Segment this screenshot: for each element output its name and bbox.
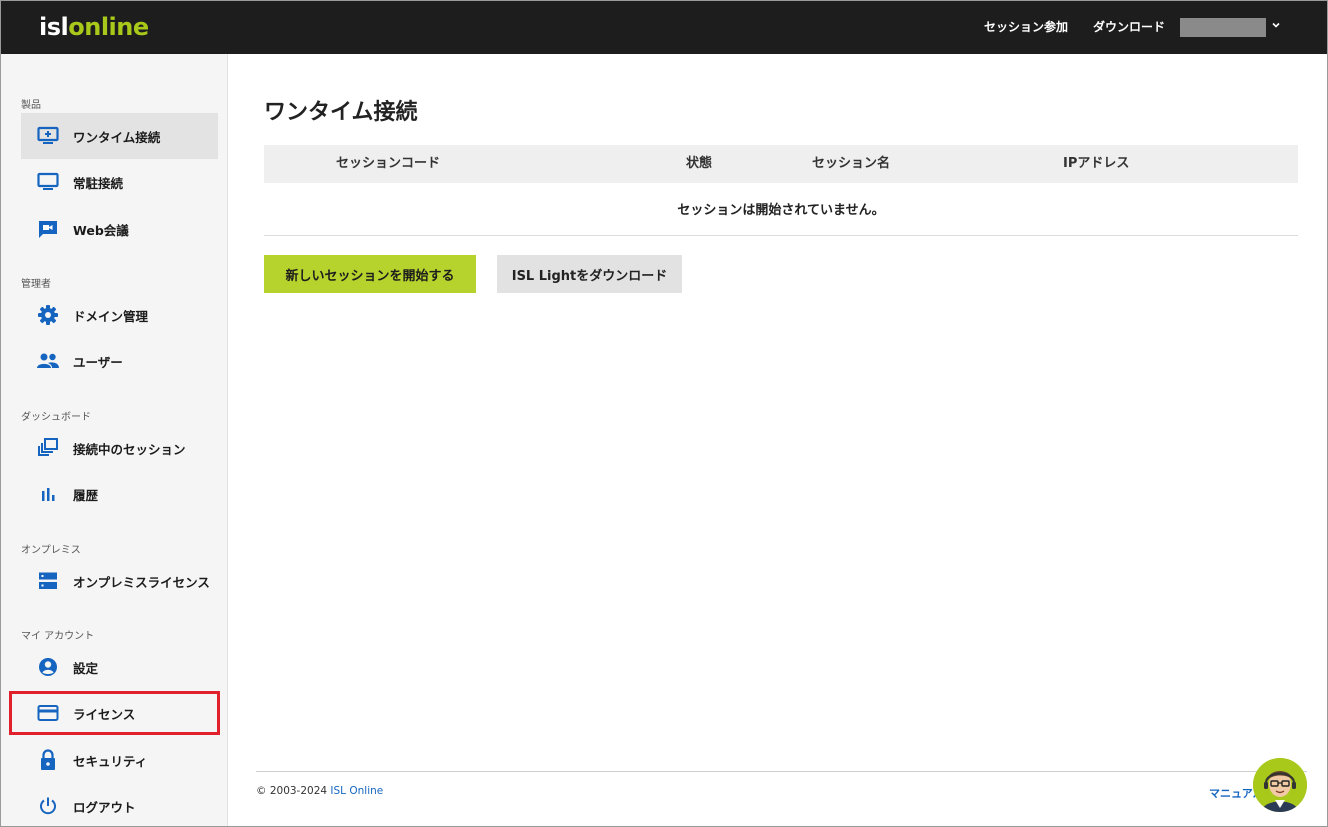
- page-title: ワンタイム接続: [264, 100, 418, 125]
- sidebar-item-active-sessions[interactable]: 接続中のセッション: [21, 425, 218, 471]
- app-window: islonline セッション参加 ダウンロード 製品 ワンタイム接続 常駐接続: [0, 0, 1328, 827]
- main-content: ワンタイム接続 セッションコード 状態 セッション名 IPアドレス セッションは…: [229, 54, 1327, 826]
- session-stack-icon: [35, 437, 61, 459]
- sidebar-item-label: ログアウト: [73, 799, 136, 815]
- sidebar-item-history[interactable]: 履歴: [21, 471, 218, 517]
- column-ip-address[interactable]: IPアドレス: [1063, 145, 1129, 183]
- sidebar-item-domain[interactable]: ドメイン管理: [21, 292, 218, 338]
- sidebar-item-label: 接続中のセッション: [73, 441, 186, 457]
- sidebar-item-label: 常駐接続: [73, 175, 124, 191]
- isl-online-link[interactable]: ISL Online: [330, 785, 383, 797]
- gear-icon: [35, 304, 61, 326]
- nav-download[interactable]: ダウンロード: [1093, 1, 1165, 54]
- footer-divider: [256, 771, 1307, 772]
- monitor-plus-icon: [35, 125, 61, 147]
- column-session-code[interactable]: セッションコード: [336, 145, 440, 183]
- lock-icon: [35, 749, 61, 771]
- sidebar-item-logout[interactable]: ログアウト: [21, 783, 218, 826]
- start-new-session-button[interactable]: 新しいセッションを開始する: [264, 255, 476, 293]
- sidebar-item-label: セキュリティ: [73, 753, 148, 769]
- sidebar: 製品 ワンタイム接続 常駐接続 Web会議 管理者 ドメイン管理 ユーザー ダッ…: [1, 54, 228, 826]
- column-session-name[interactable]: セッション名: [812, 145, 890, 183]
- chevron-down-icon[interactable]: [1271, 20, 1281, 30]
- empty-table-message: セッションは開始されていません。: [264, 183, 1298, 236]
- sidebar-item-label: ワンタイム接続: [73, 129, 161, 145]
- users-icon: [35, 350, 61, 372]
- logo-isl: isl: [39, 13, 69, 41]
- footer-copyright: © 2003-2024 ISL Online: [256, 785, 383, 797]
- bar-chart-icon: [35, 483, 61, 505]
- monitor-icon: [35, 171, 61, 193]
- credit-card-icon: [35, 702, 61, 724]
- table-header: セッションコード 状態 セッション名 IPアドレス: [264, 145, 1298, 183]
- sidebar-item-web-meeting[interactable]: Web会議: [21, 206, 218, 252]
- sidebar-item-label: 設定: [73, 660, 99, 676]
- sidebar-item-license[interactable]: ライセンス: [21, 690, 218, 736]
- sidebar-item-permanent[interactable]: 常駐接続: [21, 159, 218, 205]
- logo-online: online: [68, 13, 149, 41]
- section-title-products: 製品: [21, 100, 41, 111]
- account-circle-icon: [35, 656, 61, 678]
- sidebar-item-onetime[interactable]: ワンタイム接続: [21, 113, 218, 159]
- sidebar-item-label: オンプレミスライセンス: [73, 574, 210, 590]
- sidebar-item-label: ユーザー: [73, 354, 123, 370]
- sidebar-item-users[interactable]: ユーザー: [21, 338, 218, 384]
- server-icon: [35, 570, 61, 592]
- sidebar-item-label: 履歴: [73, 487, 99, 503]
- sidebar-item-label: ドメイン管理: [73, 308, 149, 324]
- video-camera-icon: [35, 218, 61, 240]
- section-title-my-account: マイ アカウント: [21, 631, 95, 642]
- support-chat-avatar-icon[interactable]: [1253, 758, 1307, 812]
- column-status[interactable]: 状態: [686, 145, 712, 183]
- section-title-onpremise: オンプレミス: [21, 545, 81, 556]
- top-bar: islonline セッション参加 ダウンロード: [1, 1, 1327, 54]
- download-isl-light-button[interactable]: ISL Lightをダウンロード: [497, 255, 682, 293]
- section-title-admin: 管理者: [21, 279, 51, 290]
- power-icon: [35, 795, 61, 817]
- islonline-logo[interactable]: islonline: [39, 13, 149, 41]
- sidebar-item-onpremise-license[interactable]: オンプレミスライセンス: [21, 558, 218, 604]
- user-name-redacted[interactable]: [1180, 18, 1266, 37]
- sidebar-item-label: Web会議: [73, 222, 129, 238]
- nav-join-session[interactable]: セッション参加: [984, 1, 1068, 54]
- sidebar-item-settings[interactable]: 設定: [21, 644, 218, 690]
- section-title-dashboard: ダッシュボード: [21, 412, 91, 423]
- sidebar-item-label: ライセンス: [73, 706, 136, 722]
- copyright-text: © 2003-2024: [256, 785, 331, 797]
- sidebar-item-security[interactable]: セキュリティ: [21, 737, 218, 783]
